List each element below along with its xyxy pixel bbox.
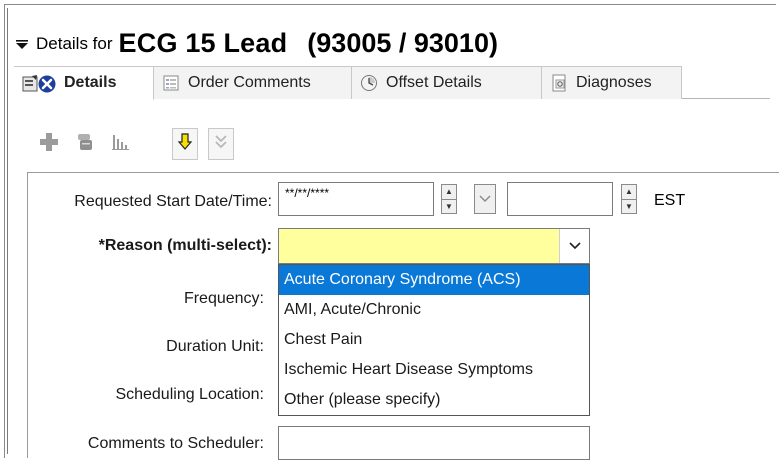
spin-up-icon[interactable]: ▲: [622, 185, 636, 199]
tab-order-comments[interactable]: Order Comments: [154, 66, 352, 99]
tab-diagnoses[interactable]: Diagnoses: [542, 66, 682, 99]
tab-details-label: Details: [64, 74, 117, 91]
collapse-arrow-icon[interactable]: [14, 36, 30, 52]
order-name: ECG 15 Lead: [118, 28, 288, 58]
reason-option[interactable]: Other (please specify): [279, 385, 589, 415]
chart-button[interactable]: [108, 131, 134, 157]
start-date-field[interactable]: **/**/****: [278, 182, 434, 216]
comments-to-scheduler-field[interactable]: [278, 426, 590, 460]
details-header: Details for ECG 15 Lead (93005 / 93010): [14, 20, 498, 58]
tab-details[interactable]: Details: [14, 66, 154, 100]
details-toolbar: [36, 124, 234, 164]
reason-option[interactable]: Acute Coronary Syndrome (ACS): [279, 265, 589, 295]
requested-start-label: Requested Start Date/Time:: [74, 193, 272, 210]
tab-diagnoses-label: Diagnoses: [576, 74, 652, 91]
timezone-label: EST: [654, 192, 686, 209]
start-date-spinner[interactable]: ▲ ▼: [441, 184, 457, 214]
chevron-down-icon: [479, 190, 491, 208]
reason-option[interactable]: Chest Pain: [279, 325, 589, 355]
spin-down-icon[interactable]: ▼: [622, 198, 636, 214]
reason-option[interactable]: AMI, Acute/Chronic: [279, 295, 589, 325]
tab-offset-details-label: Offset Details: [386, 74, 482, 91]
comments-to-scheduler-label: Comments to Scheduler:: [87, 435, 264, 452]
tab-offset-details[interactable]: Offset Details: [352, 66, 542, 99]
add-icon: [38, 131, 60, 158]
reason-dropdown-button[interactable]: [559, 229, 589, 263]
frequency-label: Frequency:: [183, 290, 264, 307]
duration-unit-label: Duration Unit:: [166, 338, 264, 355]
reason-label: *Reason (multi-select):: [98, 237, 272, 254]
clock-icon: [360, 74, 378, 92]
detail-tabs: Details Order Comments Offset Details Di…: [14, 66, 770, 100]
chevron-down-icon: [568, 237, 581, 255]
start-date-calendar-dropdown[interactable]: [474, 184, 496, 214]
copy-button[interactable]: [72, 131, 98, 157]
start-time-spinner[interactable]: ▲ ▼: [621, 184, 637, 214]
move-down-icon: [177, 132, 193, 157]
move-all-down-icon: [213, 132, 229, 157]
move-down-button[interactable]: [172, 128, 198, 160]
order-codes: (93005 / 93010): [307, 28, 498, 58]
tab-order-comments-label: Order Comments: [188, 74, 311, 91]
spin-down-icon[interactable]: ▼: [442, 198, 456, 214]
spin-up-icon[interactable]: ▲: [442, 185, 456, 199]
add-button[interactable]: [36, 131, 62, 157]
scheduling-location-label: Scheduling Location:: [115, 386, 264, 403]
details-for-label: Details for: [36, 34, 113, 53]
reason-select[interactable]: [278, 228, 590, 264]
reason-option[interactable]: Ischemic Heart Disease Symptoms: [279, 355, 589, 385]
start-time-field[interactable]: [507, 182, 613, 216]
copy-icon: [74, 131, 96, 158]
move-all-down-button[interactable]: [208, 128, 234, 160]
comments-icon: [162, 74, 180, 92]
chart-icon: [110, 131, 132, 158]
reason-options-list: Acute Coronary Syndrome (ACS) AMI, Acute…: [278, 264, 590, 416]
details-icon: [22, 74, 56, 93]
diagnoses-icon: [550, 74, 568, 92]
